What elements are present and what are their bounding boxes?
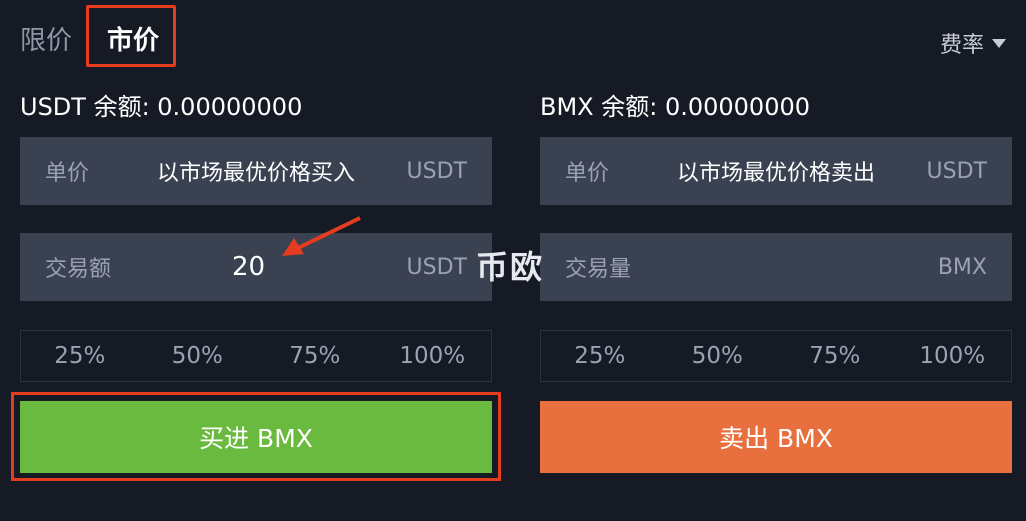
buy-price-label: 单价: [45, 161, 90, 186]
buy-percent-75[interactable]: 75%: [256, 343, 374, 369]
sell-price-field: 单价 以市场最优价格卖出 USDT: [540, 137, 1012, 205]
buy-amount-label: 交易额: [45, 257, 112, 282]
buy-highlight-box: [11, 392, 501, 481]
buy-amount-value[interactable]: 20: [232, 252, 265, 282]
tab-limit-order[interactable]: 限价: [20, 20, 72, 57]
sell-percent-75[interactable]: 75%: [776, 343, 894, 369]
fee-rate-label: 费率: [939, 33, 984, 58]
sell-button[interactable]: 卖出 BMX: [540, 401, 1012, 473]
buy-balance: USDT 余额: 0.00000000: [20, 93, 303, 121]
sell-price-unit: USDT: [926, 158, 987, 184]
sell-quantity-input[interactable]: 交易量 BMX: [540, 233, 1012, 301]
sell-percent-selector: 25% 50% 75% 100%: [540, 330, 1012, 382]
buy-price-field: 单价 以市场最优价格买入 USDT: [20, 137, 492, 205]
annotation-arrow-icon: [282, 216, 361, 256]
buy-price-unit: USDT: [406, 158, 467, 184]
buy-percent-25[interactable]: 25%: [21, 343, 139, 369]
buy-percent-100[interactable]: 100%: [374, 343, 492, 369]
sell-balance: BMX 余额: 0.00000000: [540, 93, 811, 121]
buy-percent-selector: 25% 50% 75% 100%: [20, 330, 492, 382]
sell-quantity-label: 交易量: [565, 257, 632, 282]
buy-percent-50[interactable]: 50%: [139, 343, 257, 369]
buy-amount-unit: USDT: [406, 254, 467, 280]
tab-highlight-box: [86, 5, 176, 67]
buy-amount-input[interactable]: 交易额 20 USDT: [20, 233, 492, 301]
sell-percent-50[interactable]: 50%: [659, 343, 777, 369]
sell-percent-25[interactable]: 25%: [541, 343, 659, 369]
watermark-logo: 币欧: [476, 248, 545, 286]
caret-down-icon: [992, 38, 1006, 48]
sell-price-label: 单价: [565, 161, 610, 186]
sell-percent-100[interactable]: 100%: [894, 343, 1012, 369]
sell-quantity-unit: BMX: [937, 254, 987, 280]
fee-rate-dropdown[interactable]: 费率: [940, 27, 1006, 59]
